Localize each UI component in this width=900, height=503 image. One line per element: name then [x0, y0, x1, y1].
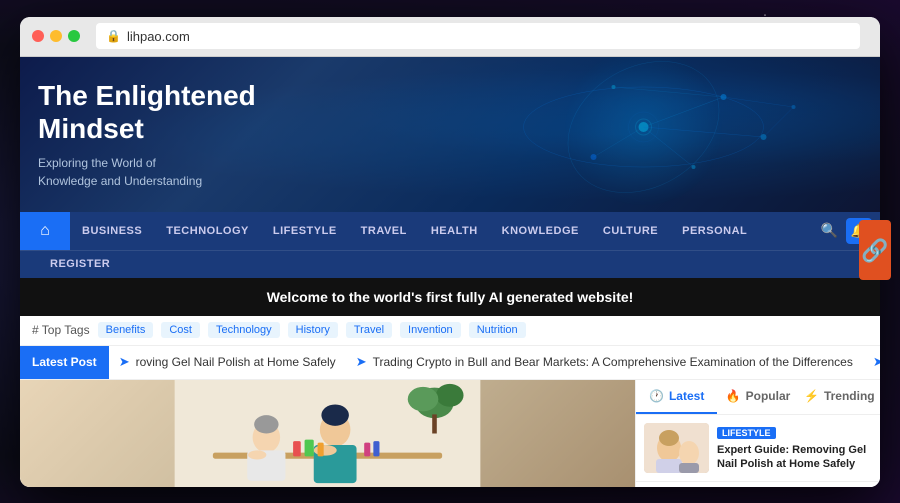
latest-badge: Latest Post [20, 346, 109, 379]
tag-travel[interactable]: Travel [346, 322, 392, 338]
lock-icon: 🔒 [106, 29, 121, 43]
search-icon[interactable]: 🔍 [821, 222, 838, 239]
maximize-dot[interactable] [68, 30, 80, 42]
nav-item-knowledge[interactable]: KNOWLEDGE [490, 212, 591, 250]
svg-text:🔗: 🔗 [861, 237, 888, 264]
tags-label: # Top Tags [32, 323, 90, 337]
bookmark-widget[interactable]: 🔗 [859, 220, 891, 280]
tag-benefits[interactable]: Benefits [98, 322, 154, 338]
nav-item-personal[interactable]: PERSONAL [670, 212, 759, 250]
tab-trending[interactable]: ⚡ Trending [799, 380, 880, 414]
sidebar-article-info: LIFESTYLE Expert Guide: Removing Gel Nai… [717, 423, 872, 473]
ticker-text-1: roving Gel Nail Polish at Home Safely [136, 355, 336, 369]
category-badge: LIFESTYLE [717, 427, 776, 439]
featured-article-image[interactable] [20, 380, 635, 487]
tab-popular[interactable]: 🔥 Popular [717, 380, 798, 414]
sidebar: 🕐 Latest 🔥 Popular ⚡ Trending [635, 380, 880, 487]
close-dot[interactable] [32, 30, 44, 42]
tags-bar: # Top Tags Benefits Cost Technology Hist… [20, 316, 880, 346]
ticker-item-1[interactable]: ➤ roving Gel Nail Polish at Home Safely [119, 354, 336, 370]
main-content: 🕐 Latest 🔥 Popular ⚡ Trending [20, 380, 880, 487]
article-svg [20, 380, 635, 487]
nav-bar: ⌂ BUSINESS TECHNOLOGY LIFESTYLE TRAVEL H… [20, 212, 880, 250]
sidebar-article-title: Expert Guide: Removing Gel Nail Polish a… [717, 443, 872, 472]
tag-invention[interactable]: Invention [400, 322, 461, 338]
sidebar-tabs: 🕐 Latest 🔥 Popular ⚡ Trending [636, 380, 880, 415]
ticker-item-3[interactable]: ➤ Makin [873, 354, 880, 370]
nav-item-travel[interactable]: TRAVEL [349, 212, 419, 250]
ticker-arrow-icon-1: ➤ [119, 354, 130, 370]
tag-cost[interactable]: Cost [161, 322, 200, 338]
register-link[interactable]: REGISTER [38, 258, 122, 270]
latest-post-bar: Latest Post ➤ roving Gel Nail Polish at … [20, 346, 880, 380]
hero-banner: The EnlightenedMindset Exploring the Wor… [20, 57, 880, 212]
trending-tab-label: Trending [824, 389, 875, 403]
nav-item-culture[interactable]: CULTURE [591, 212, 670, 250]
nav-item-business[interactable]: BUSINESS [70, 212, 154, 250]
window-controls [32, 30, 80, 42]
tab-latest[interactable]: 🕐 Latest [636, 380, 717, 414]
nav-home-button[interactable]: ⌂ [20, 212, 70, 250]
site-content: The EnlightenedMindset Exploring the Wor… [20, 57, 880, 487]
trending-tab-icon: ⚡ [804, 389, 819, 403]
ai-banner: Welcome to the world's first fully AI ge… [20, 278, 880, 316]
sidebar-article-item[interactable]: LIFESTYLE Expert Guide: Removing Gel Nai… [636, 415, 880, 482]
hero-text-block: The EnlightenedMindset Exploring the Wor… [20, 57, 880, 212]
site-subtitle: Exploring the World of Knowledge and Und… [38, 154, 862, 190]
site-title: The EnlightenedMindset [38, 79, 862, 146]
latest-ticker: ➤ roving Gel Nail Polish at Home Safely … [109, 354, 880, 370]
minimize-dot[interactable] [50, 30, 62, 42]
latest-tab-icon: 🕐 [649, 389, 664, 403]
ticker-arrow-icon-2: ➤ [356, 354, 367, 370]
nav-items: BUSINESS TECHNOLOGY LIFESTYLE TRAVEL HEA… [70, 212, 813, 250]
sidebar-article-thumbnail [644, 423, 709, 473]
nav-item-health[interactable]: HEALTH [419, 212, 490, 250]
browser-window: 🔒 lihpao.com [20, 17, 880, 487]
ticker-arrow-icon-3: ➤ [873, 354, 880, 370]
tag-nutrition[interactable]: Nutrition [469, 322, 526, 338]
address-bar[interactable]: 🔒 lihpao.com [96, 23, 860, 49]
article-illustration [20, 380, 635, 487]
nav-item-technology[interactable]: TECHNOLOGY [154, 212, 261, 250]
ai-banner-text: Welcome to the world's first fully AI ge… [267, 289, 634, 305]
browser-chrome: 🔒 lihpao.com [20, 17, 880, 57]
latest-tab-label: Latest [669, 389, 704, 403]
nav-bar-register: REGISTER [20, 250, 880, 278]
nav-item-lifestyle[interactable]: LIFESTYLE [261, 212, 349, 250]
ticker-text-2: Trading Crypto in Bull and Bear Markets:… [373, 355, 853, 369]
tag-technology[interactable]: Technology [208, 322, 280, 338]
url-text: lihpao.com [127, 29, 190, 44]
tag-history[interactable]: History [288, 322, 338, 338]
popular-tab-icon: 🔥 [726, 389, 741, 403]
popular-tab-label: Popular [746, 389, 791, 403]
ticker-item-2[interactable]: ➤ Trading Crypto in Bull and Bear Market… [356, 354, 853, 370]
